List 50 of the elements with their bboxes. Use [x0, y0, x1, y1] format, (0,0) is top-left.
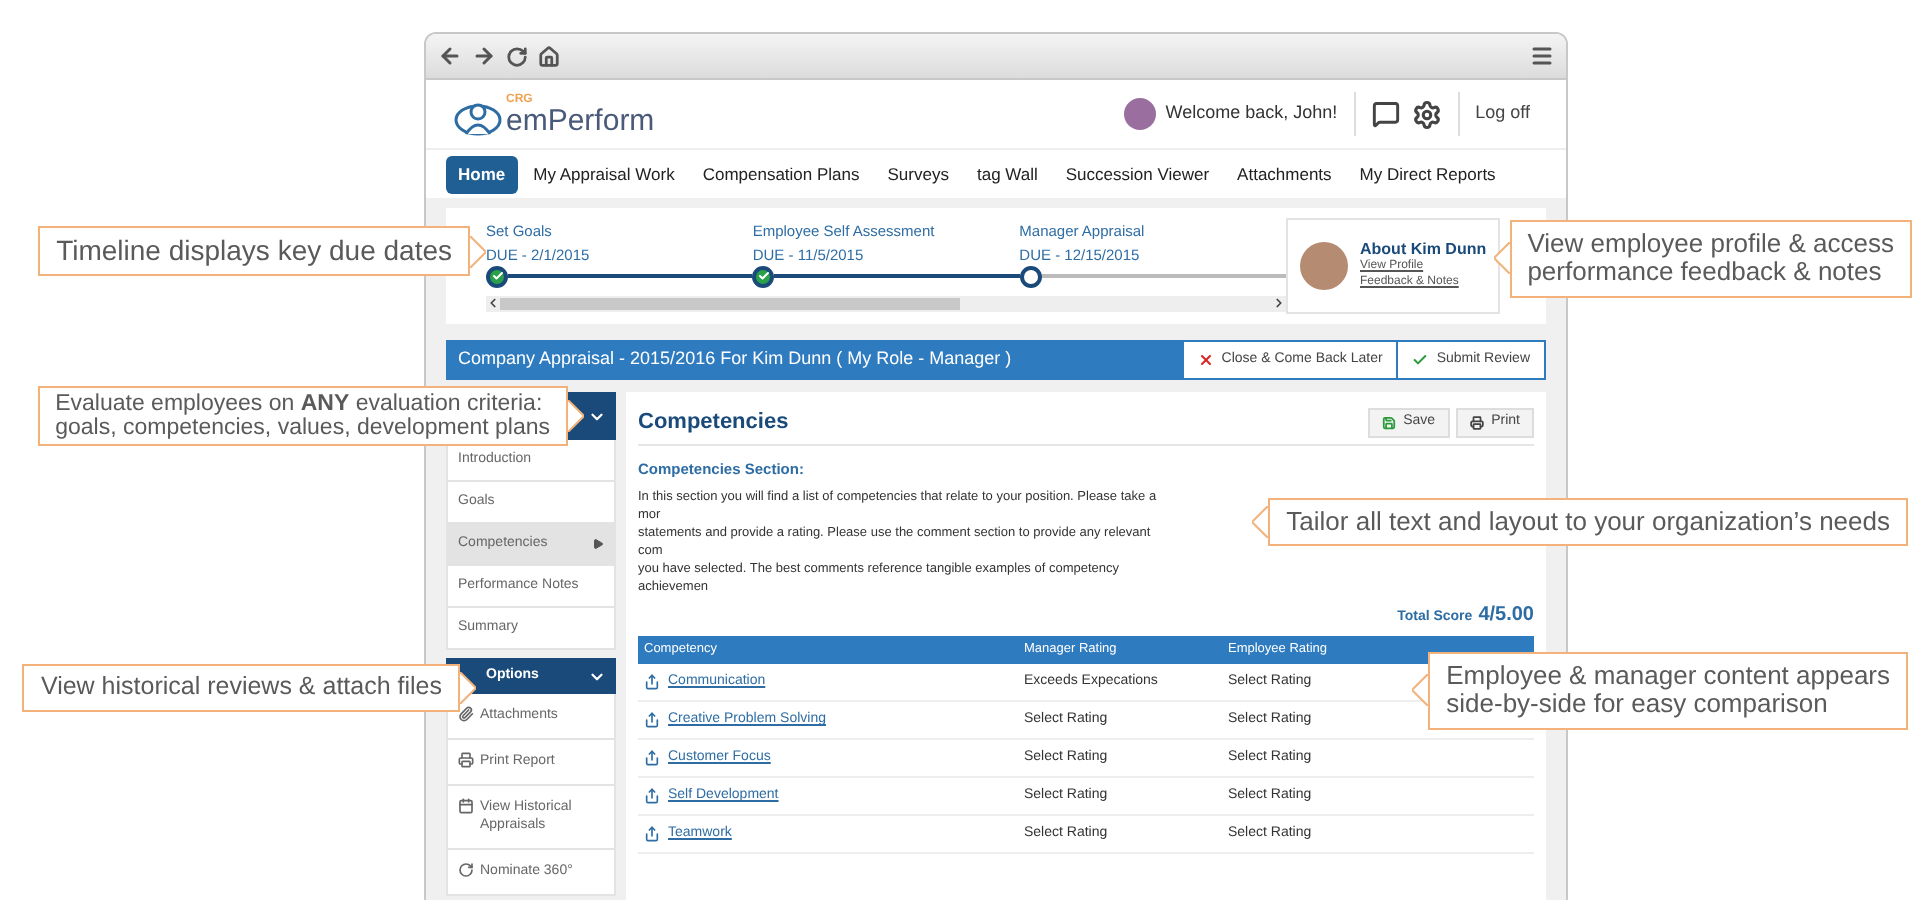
scroll-right-icon[interactable] — [1272, 296, 1286, 311]
printer-icon — [458, 751, 474, 768]
nav-tab[interactable]: tag Wall — [964, 155, 1050, 193]
reload-icon[interactable] — [506, 45, 528, 67]
nav-tab[interactable]: My Direct Reports — [1347, 155, 1508, 193]
main-title: Competencies — [638, 408, 789, 439]
callout-pointer — [1252, 506, 1269, 539]
welcome-text: Welcome back, John! — [1165, 100, 1338, 127]
callout-pointer — [1412, 674, 1429, 707]
check-icon — [1412, 352, 1429, 368]
appraisal-title: Company Appraisal - 2015/2016 For Kim Dunn ( My Role - Manager ) — [458, 346, 1012, 373]
callout-pointer — [568, 400, 584, 433]
nav-tab[interactable]: My Appraisal Work — [521, 155, 687, 193]
callout-pointer — [1493, 242, 1510, 275]
callout: View employee profile & access performance feedback & notes — [1509, 220, 1912, 298]
chat-icon[interactable] — [1371, 100, 1400, 128]
forward-icon[interactable] — [472, 44, 496, 68]
calendar-icon — [458, 797, 474, 814]
share-icon[interactable] — [644, 712, 660, 729]
paperclip-icon — [458, 706, 474, 722]
menu-icon[interactable] — [1530, 44, 1554, 68]
share-icon[interactable] — [644, 788, 660, 805]
share-icon[interactable] — [644, 826, 660, 843]
logoff-link[interactable]: Log off — [1475, 100, 1530, 128]
logo-wordmark: emPerform — [506, 105, 655, 135]
save-icon — [1381, 416, 1396, 430]
scroll-left-icon[interactable] — [486, 296, 500, 311]
callout-pointer — [470, 235, 486, 268]
callout: Employee & manager content appears side-by-side for easy comparison — [1428, 652, 1908, 730]
share-icon[interactable] — [644, 750, 660, 767]
people-logo-icon — [454, 99, 506, 135]
printer-icon — [1469, 416, 1484, 430]
settings-icon[interactable] — [1411, 99, 1442, 129]
total-score-value: 4/5.00 — [1478, 602, 1534, 631]
profile-photo-placeholder — [1300, 242, 1348, 290]
play-icon — [592, 538, 604, 550]
nav-tab[interactable]: Attachments — [1225, 155, 1344, 193]
avatar — [1123, 98, 1156, 130]
nav-tab[interactable]: Home — [446, 155, 518, 193]
callout-pointer — [460, 671, 476, 704]
profile-title: About Kim Dunn — [1360, 240, 1487, 259]
nav-tab[interactable]: Succession Viewer — [1053, 155, 1222, 193]
share-icon[interactable] — [644, 674, 660, 691]
circular-arrow-icon — [458, 862, 474, 879]
close-icon — [1197, 352, 1214, 368]
nav-tab[interactable]: Surveys — [875, 155, 961, 193]
horizontal-scrollbar[interactable] — [486, 295, 1286, 312]
home-icon[interactable] — [538, 45, 560, 67]
nav-tab[interactable]: Compensation Plans — [690, 155, 872, 193]
back-icon[interactable] — [438, 44, 462, 68]
